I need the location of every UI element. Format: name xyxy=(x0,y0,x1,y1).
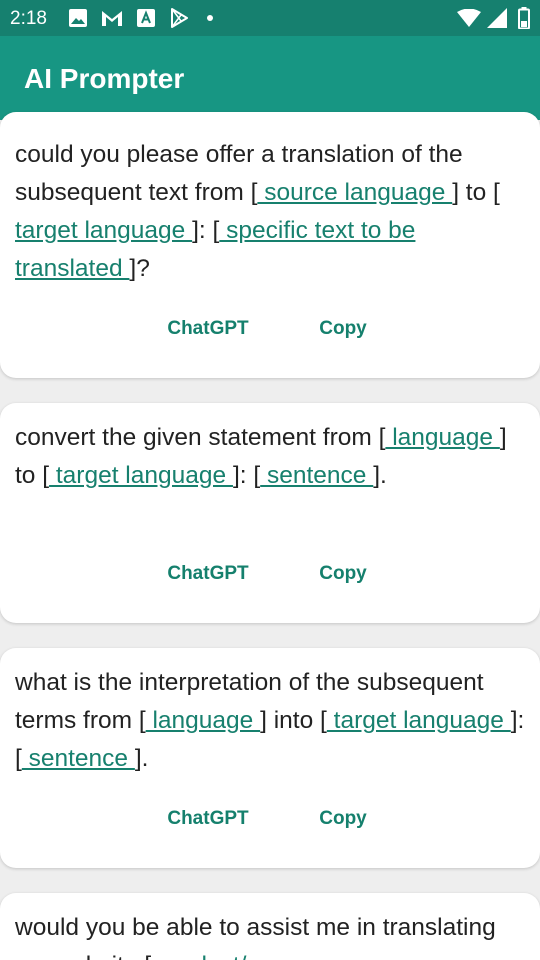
prompt-text: what is the interpretation of the subseq… xyxy=(15,664,525,778)
prompt-segment: ]. xyxy=(134,745,149,772)
prompt-card: convert the given statement from [ langu… xyxy=(0,403,540,623)
prompt-card: what is the interpretation of the subseq… xyxy=(0,648,540,868)
prompt-segment: ]: [ xyxy=(232,462,261,489)
app-title: AI Prompter xyxy=(24,63,185,94)
placeholder-text: sentence xyxy=(21,745,135,772)
copy-button[interactable]: Copy xyxy=(292,554,394,594)
prompt-card: would you be able to assist me in transl… xyxy=(0,893,540,960)
copy-button[interactable]: Copy xyxy=(292,309,394,349)
status-bar: 2:18 xyxy=(0,0,540,36)
card-actions: ChatGPT Copy xyxy=(0,799,540,839)
gmail-icon xyxy=(102,11,122,26)
battery-icon xyxy=(518,7,530,29)
prompt-segment: ]? xyxy=(129,255,150,282)
placeholder-text: language xyxy=(385,424,500,451)
prompt-segment: would you be able to assist me in transl… xyxy=(15,914,496,960)
dot-icon xyxy=(207,15,213,21)
placeholder-text: target language xyxy=(326,707,511,734)
placeholder-text: target language xyxy=(49,462,233,489)
chatgpt-button[interactable]: ChatGPT xyxy=(148,799,268,839)
placeholder-text: target language xyxy=(15,217,193,244)
prompt-segment: convert the given statement from [ xyxy=(15,424,386,451)
card-actions: ChatGPT Copy xyxy=(0,554,540,594)
image-icon xyxy=(69,9,87,27)
prompt-segment: ] to [ xyxy=(452,179,500,206)
placeholder-text: sentence xyxy=(260,462,374,489)
wifi-icon xyxy=(457,9,481,27)
prompt-card: could you please offer a translation of … xyxy=(0,112,540,378)
prompt-segment: ]: [ xyxy=(192,217,220,244)
prompt-segment: ]. xyxy=(373,462,387,489)
copy-button[interactable]: Copy xyxy=(292,799,394,839)
play-store-icon xyxy=(171,8,188,28)
chatgpt-button[interactable]: ChatGPT xyxy=(148,309,268,349)
chatgpt-button[interactable]: ChatGPT xyxy=(148,554,268,594)
system-icons xyxy=(457,7,532,29)
signal-icon xyxy=(487,8,507,28)
placeholder-text: language xyxy=(145,707,261,734)
prompt-text: convert the given statement from [ langu… xyxy=(15,419,525,495)
app-bar: AI Prompter xyxy=(0,36,540,120)
card-actions: ChatGPT Copy xyxy=(0,309,540,349)
prompt-segment: ] into [ xyxy=(260,707,327,734)
prompt-text: could you please offer a translation of … xyxy=(15,136,525,288)
status-time: 2:18 xyxy=(10,8,47,29)
app-store-icon xyxy=(137,9,155,27)
placeholder-text: product/ xyxy=(151,952,247,960)
placeholder-text: source language xyxy=(257,179,453,206)
prompt-text: would you be able to assist me in transl… xyxy=(15,909,525,960)
